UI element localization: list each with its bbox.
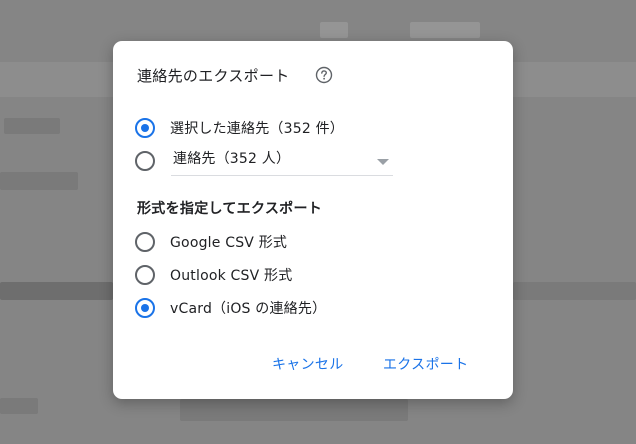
format-option-label: Google CSV 形式 <box>170 235 288 251</box>
format-heading: 形式を指定してエクスポート <box>137 201 323 217</box>
background-blur <box>513 282 636 300</box>
background-blur <box>320 22 348 38</box>
background-blur <box>410 22 480 38</box>
export-contacts-dialog: 連絡先のエクスポート 選択した連絡先（352 件） 連絡先（352 人） 形式を… <box>113 41 513 399</box>
radio-button-checked[interactable] <box>135 118 155 138</box>
format-option-label: Outlook CSV 形式 <box>170 268 293 284</box>
background-blur <box>0 282 113 300</box>
export-button[interactable]: エクスポート <box>377 352 474 378</box>
chevron-down-icon <box>377 159 389 165</box>
contacts-select[interactable]: 連絡先（352 人） <box>171 147 393 176</box>
format-option-outlook-csv[interactable]: Outlook CSV 形式 <box>135 262 292 288</box>
background-blur <box>0 172 78 190</box>
contacts-select-value: 連絡先（352 人） <box>173 151 291 167</box>
radio-button[interactable] <box>135 265 155 285</box>
format-option-vcard[interactable]: vCard（iOS の連絡先） <box>135 295 326 321</box>
help-circle-icon[interactable] <box>315 66 333 84</box>
scope-option-selected[interactable]: 選択した連絡先（352 件） <box>135 115 344 141</box>
background-blur <box>180 399 408 421</box>
scope-option-contacts[interactable] <box>135 148 155 174</box>
background-blur <box>0 398 38 414</box>
radio-button[interactable] <box>135 151 155 171</box>
dialog-title: 連絡先のエクスポート <box>137 67 290 85</box>
scope-option-label: 選択した連絡先（352 件） <box>170 121 344 137</box>
format-option-label: vCard（iOS の連絡先） <box>170 301 327 317</box>
format-option-google-csv[interactable]: Google CSV 形式 <box>135 229 287 255</box>
background-blur <box>4 118 60 134</box>
radio-button[interactable] <box>135 232 155 252</box>
radio-button-checked[interactable] <box>135 298 155 318</box>
cancel-button[interactable]: キャンセル <box>266 352 350 378</box>
